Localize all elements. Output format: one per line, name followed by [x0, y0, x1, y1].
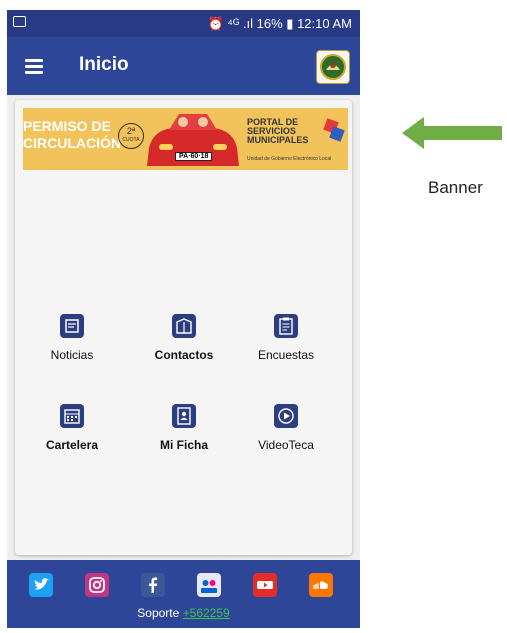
video-play-icon — [274, 404, 298, 428]
page-title: Inicio — [79, 54, 129, 75]
menu-label: Encuestas — [257, 348, 315, 362]
calendar-icon — [60, 404, 84, 428]
news-icon — [60, 314, 84, 338]
municipality-logo[interactable] — [316, 50, 350, 84]
app-bar: Inicio — [7, 37, 360, 95]
survey-icon — [274, 314, 298, 338]
soundcloud-icon[interactable] — [309, 573, 333, 597]
content-card: PERMISO DE CIRCULACIÓN 2ª CUOTA PA·60·18… — [15, 100, 352, 555]
banner-right-text: PORTAL DE SERVICIOS MUNICIPALES — [247, 117, 309, 145]
facebook-icon[interactable] — [141, 573, 165, 597]
portal-logo-icon — [323, 118, 345, 142]
menu-label: Contactos — [154, 348, 214, 362]
promo-banner[interactable]: PERMISO DE CIRCULACIÓN 2ª CUOTA PA·60·18… — [23, 108, 348, 170]
menu-cartelera[interactable]: Cartelera — [27, 404, 117, 454]
menu-label: Noticias — [50, 348, 94, 362]
support-label: Soporte — [137, 606, 180, 620]
arrow-left-icon — [402, 117, 502, 149]
menu-label: Cartelera — [45, 438, 99, 452]
banner-left-text: PERMISO DE CIRCULACIÓN — [23, 118, 121, 151]
youtube-icon[interactable] — [253, 573, 277, 597]
menu-mi-ficha[interactable]: Mi Ficha — [139, 404, 229, 454]
support-line: Soporte +562259 — [7, 606, 360, 620]
license-plate: PA·60·18 — [175, 152, 213, 161]
status-indicators: ⏰ ⁴ᴳ .ıl 16% ▮ 12:10 AM — [207, 16, 353, 31]
flickr-icon[interactable] — [197, 573, 221, 597]
twitter-icon[interactable] — [29, 573, 53, 597]
banner-subtitle: Unidad de Gobierno Electrónico Local — [247, 156, 332, 162]
menu-noticias[interactable]: Noticias — [27, 314, 117, 364]
menu-label: VideoTeca — [258, 438, 314, 452]
phone-screen: ⏰ ⁴ᴳ .ıl 16% ▮ 12:10 AM Inicio PERMISO D… — [7, 10, 360, 628]
status-bar: ⏰ ⁴ᴳ .ıl 16% ▮ 12:10 AM — [7, 10, 360, 37]
menu-videoteca[interactable]: VideoTeca — [241, 404, 331, 454]
menu-label: Mi Ficha — [159, 438, 208, 452]
annotation-label: Banner — [428, 178, 483, 197]
menu-hamburger-icon[interactable] — [25, 59, 43, 74]
image-notification-icon — [13, 16, 26, 27]
instagram-icon[interactable] — [85, 573, 109, 597]
banner-cuota-badge: 2ª CUOTA — [118, 123, 144, 149]
profile-card-icon — [172, 404, 196, 428]
menu-encuestas[interactable]: Encuestas — [241, 314, 331, 364]
menu-contactos[interactable]: Contactos — [139, 314, 229, 364]
support-phone-link[interactable]: +562259 — [183, 606, 230, 620]
contacts-icon — [172, 314, 196, 338]
bottom-bar: Soporte +562259 — [7, 560, 360, 628]
